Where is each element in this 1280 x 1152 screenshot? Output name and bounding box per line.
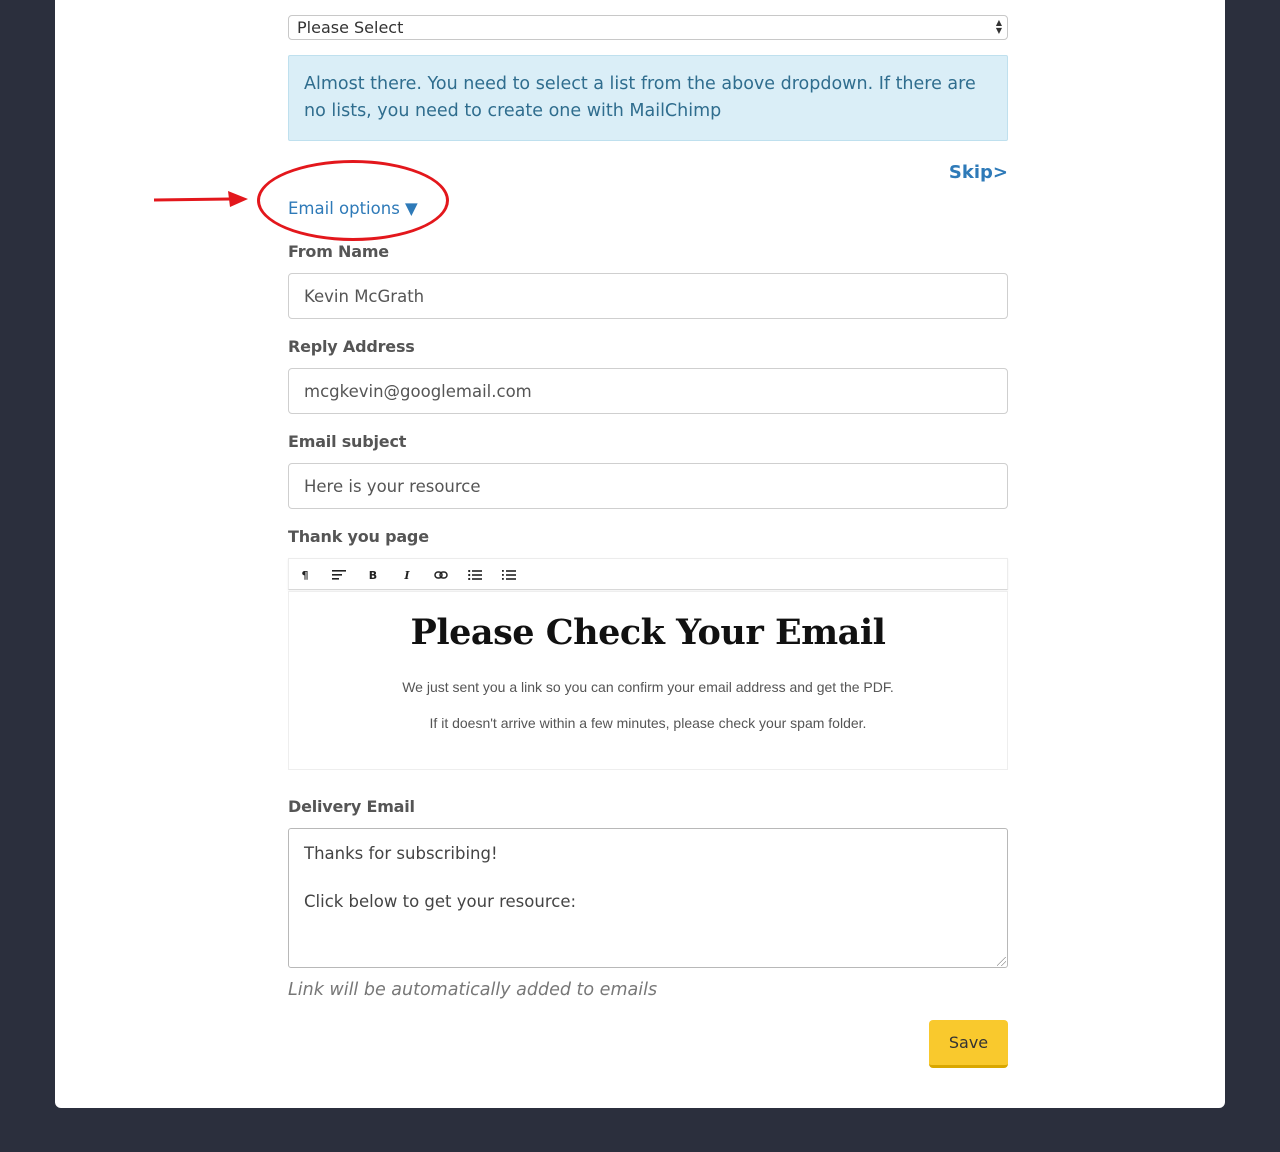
- thank-you-page-editor[interactable]: Please Check Your Email We just sent you…: [288, 591, 1008, 770]
- reply-address-label: Reply Address: [288, 337, 415, 356]
- resize-handle-icon[interactable]: [997, 957, 1006, 966]
- email-subject-value: Here is your resource: [304, 477, 481, 496]
- select-arrows-icon: ▲ ▼: [995, 18, 1002, 35]
- email-options-label: Email options: [288, 199, 400, 218]
- thank-you-page-label: Thank you page: [288, 527, 429, 546]
- list-select-value: Please Select: [297, 18, 404, 37]
- italic-icon[interactable]: I: [398, 566, 416, 584]
- delivery-email-line-2: Click below to get your resource:: [304, 892, 577, 911]
- editor-toolbar: ¶ B I: [288, 558, 1008, 590]
- from-name-label: From Name: [288, 242, 389, 261]
- email-options-toggle[interactable]: Email options ▼: [288, 199, 418, 218]
- reply-address-value: mcgkevin@googlemail.com: [304, 382, 532, 401]
- link-hint-text: Link will be automatically added to emai…: [288, 980, 658, 1000]
- reply-address-input[interactable]: mcgkevin@googlemail.com: [288, 368, 1008, 414]
- triangle-down-icon: ▼: [405, 199, 418, 218]
- bullet-list-icon[interactable]: [466, 566, 484, 584]
- from-name-value: Kevin McGrath: [304, 287, 425, 306]
- paragraph-icon[interactable]: ¶: [296, 566, 314, 584]
- bold-icon[interactable]: B: [364, 566, 382, 584]
- email-subject-input[interactable]: Here is your resource: [288, 463, 1008, 509]
- save-button[interactable]: Save: [929, 1020, 1008, 1068]
- pointer-arrow-icon: [153, 191, 248, 207]
- numbered-list-icon[interactable]: [500, 566, 518, 584]
- info-alert: Almost there. You need to select a list …: [288, 55, 1008, 141]
- align-icon[interactable]: [330, 566, 348, 584]
- delivery-email-line-1: Thanks for subscribing!: [304, 844, 498, 863]
- list-select[interactable]: Please Select ▲ ▼: [288, 15, 1008, 40]
- delivery-email-label: Delivery Email: [288, 797, 415, 816]
- thank-you-paragraph-1: We just sent you a link so you can confi…: [402, 679, 894, 695]
- from-name-input[interactable]: Kevin McGrath: [288, 273, 1008, 319]
- skip-link[interactable]: Skip>: [900, 162, 1008, 183]
- link-icon[interactable]: [432, 566, 450, 584]
- email-subject-label: Email subject: [288, 432, 407, 451]
- info-alert-text: Almost there. You need to select a list …: [304, 74, 976, 121]
- delivery-email-textarea[interactable]: Thanks for subscribing! Click below to g…: [288, 828, 1008, 968]
- thank-you-paragraph-2: If it doesn't arrive within a few minute…: [429, 715, 867, 731]
- thank-you-heading: Please Check Your Email: [410, 612, 886, 653]
